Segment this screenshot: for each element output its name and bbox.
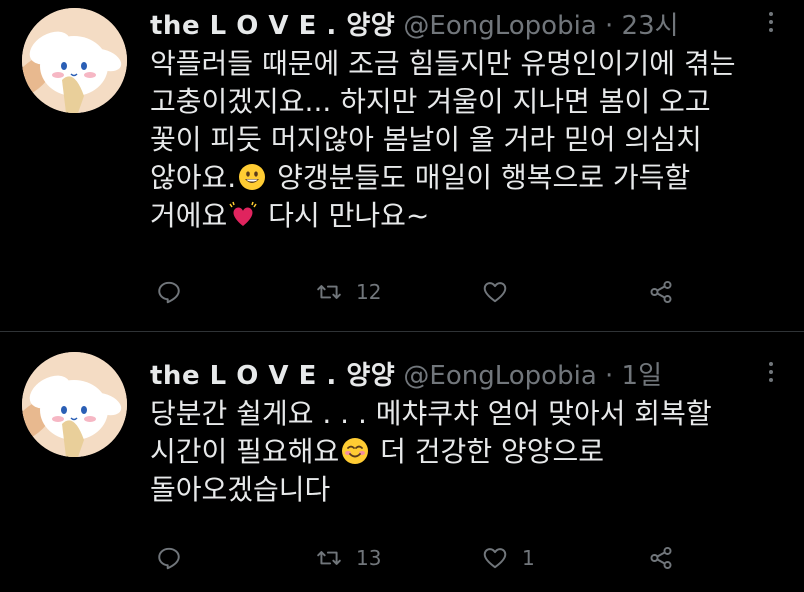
retweet-icon [317, 285, 341, 299]
tweet-text-line: 돌아오겠습니다 [150, 473, 331, 506]
tweet-text-line: 꽃이 피듯 머지않아 봄날이 올 거라 믿어 의심치 [150, 123, 702, 156]
author-handle[interactable]: @EongLopobia [403, 11, 596, 41]
cinnamoroll-avatar-image [22, 352, 127, 457]
grinning-face-emoji [239, 164, 266, 190]
retweet-button[interactable]: 12 [316, 272, 381, 312]
share-button[interactable] [648, 272, 688, 312]
retweet-button[interactable]: 13 [316, 538, 381, 578]
tweet-text-line: 고충이겠지요... 하지만 겨울이 지나면 봄이 오고 [150, 85, 711, 118]
tweet-text-segment: 거에요 [150, 199, 228, 232]
tweet-actions: 12 [150, 272, 710, 312]
tweet-text: 악플러들 때문에 조금 힘들지만 유명인이기에 겪는 고충이겠지요... 하지만… [150, 45, 790, 235]
tweet-header: the L O V E . 양양 @EongLopobia · 1일 [150, 359, 662, 393]
tweet[interactable]: the L O V E . 양양 @EongLopobia · 23시 악플러들… [0, 0, 804, 331]
tweet-text: 당분간 쉴게요 . . . 메챠쿠챠 얻어 맞아서 회복할 시간이 필요해요 더… [150, 395, 790, 509]
tweet-text-segment: 양갱분들도 매일이 행복으로 가득할 [268, 161, 691, 194]
reply-icon [158, 547, 180, 570]
avatar[interactable] [22, 352, 127, 457]
like-button[interactable] [482, 272, 522, 312]
like-icon [483, 282, 507, 303]
author-handle[interactable]: @EongLopobia [403, 361, 596, 391]
like-icon [483, 548, 507, 569]
like-count: 1 [522, 546, 535, 570]
tweet-time[interactable]: 23시 [622, 11, 679, 41]
reply-button[interactable] [156, 272, 196, 312]
tweet-text-line-with-emoji: 않아요. 양갱분들도 매일이 행복으로 가득할 [150, 159, 790, 197]
reply-button[interactable] [156, 538, 196, 578]
tweet-text-line-with-emoji: 거에요 다시 만나요~ [150, 197, 790, 235]
tweet-actions: 13 1 [150, 538, 710, 578]
more-icon[interactable] [764, 10, 778, 40]
share-button[interactable] [648, 538, 688, 578]
tweet-text-segment: 더 건강한 양양으로 [371, 435, 605, 468]
avatar[interactable] [22, 8, 127, 113]
retweet-count: 12 [356, 280, 382, 304]
separator-dot: · [605, 11, 614, 41]
retweet-icon [317, 551, 341, 565]
share-icon [650, 280, 672, 304]
smiling-face-with-smiling-eyes-emoji [342, 438, 369, 464]
tweet-text-segment: 않아요. [150, 161, 237, 194]
cinnamoroll-avatar-image [22, 8, 127, 113]
tweet-time[interactable]: 1일 [622, 361, 662, 391]
retweet-count: 13 [356, 546, 382, 570]
like-button[interactable]: 1 [482, 538, 535, 578]
share-icon [650, 546, 672, 570]
tweet-text-line: 악플러들 때문에 조금 힘들지만 유명인이기에 겪는 [150, 47, 736, 80]
tweet-text-line: 당분간 쉴게요 . . . 메챠쿠챠 얻어 맞아서 회복할 [150, 397, 712, 430]
author-name[interactable]: the L O V E . 양양 [150, 11, 395, 41]
tweet[interactable]: the L O V E . 양양 @EongLopobia · 1일 당분간 쉴… [0, 332, 804, 592]
author-name[interactable]: the L O V E . 양양 [150, 361, 395, 391]
tweet-header: the L O V E . 양양 @EongLopobia · 23시 [150, 9, 679, 43]
tweet-text-segment: 다시 만나요~ [259, 199, 430, 232]
more-icon[interactable] [764, 360, 778, 390]
tweet-text-line-with-emoji: 시간이 필요해요 더 건강한 양양으로 [150, 433, 790, 471]
tweet-text-segment: 시간이 필요해요 [150, 435, 340, 468]
separator-dot: · [605, 361, 614, 391]
beating-heart-emoji [229, 201, 257, 226]
reply-icon [158, 281, 180, 304]
